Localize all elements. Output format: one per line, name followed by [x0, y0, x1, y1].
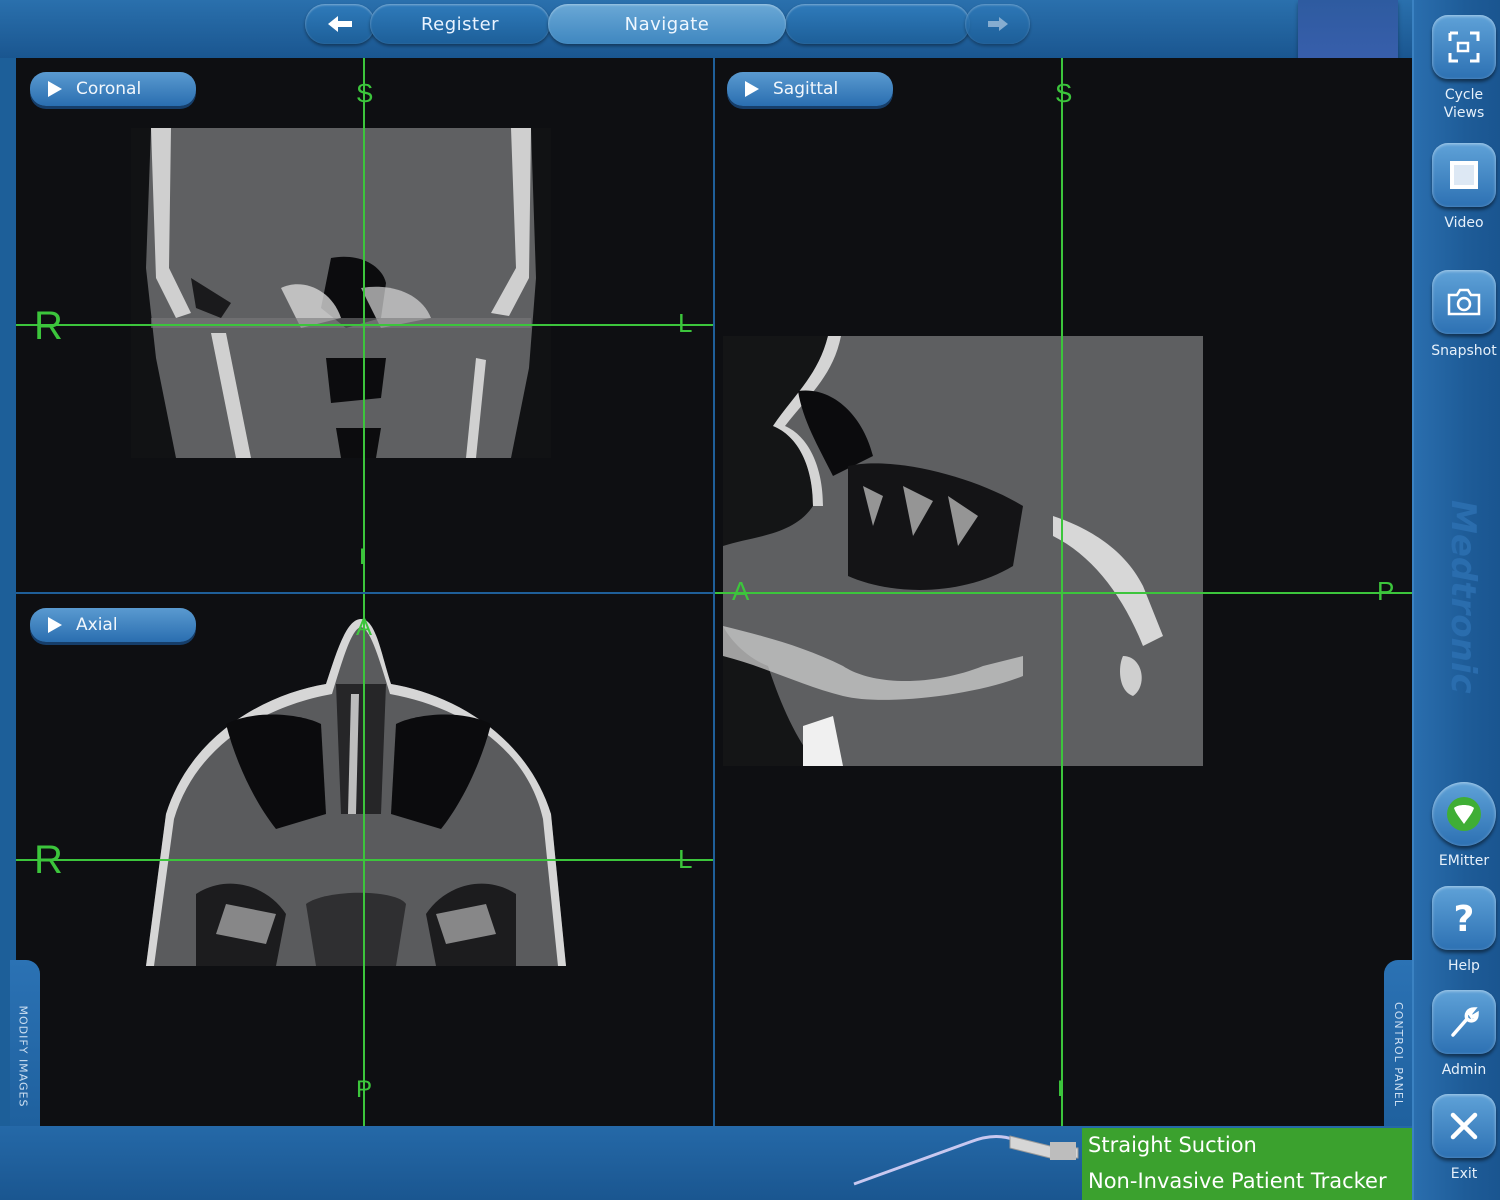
play-icon: [48, 81, 62, 97]
emitter-label: EMitter: [1438, 853, 1490, 869]
coronal-ct-image: [131, 128, 551, 458]
help-icon: ?: [1454, 899, 1475, 937]
admin-label: Admin: [1441, 1062, 1487, 1078]
snapshot-label: Snapshot: [1431, 343, 1497, 359]
emitter-button[interactable]: [1432, 782, 1496, 846]
play-icon: [745, 81, 759, 97]
tracker-name: Non-Invasive Patient Tracker: [1088, 1169, 1387, 1193]
video-label: Video: [1444, 215, 1484, 231]
video-icon: [1450, 161, 1478, 189]
right-toolbar: Cycle Views Video Snapshot Medtronic EMit…: [1412, 0, 1500, 1200]
arrow-right-icon: [987, 17, 1008, 31]
exit-button[interactable]: [1432, 1094, 1496, 1158]
coronal-right-label: L: [678, 308, 693, 338]
cycle-views-label: Cycle Views: [1443, 87, 1485, 121]
wrench-icon: [1451, 1007, 1479, 1037]
sagittal-view-button[interactable]: Sagittal: [727, 72, 893, 106]
control-panel-label: CONTROL PANEL: [1391, 1002, 1405, 1107]
axial-label: Axial: [76, 615, 118, 635]
viewport-divider-vertical: [713, 58, 715, 1126]
image-viewports: Coronal S R L I Axial A R L P Sagittal S…: [16, 58, 1412, 1126]
coronal-left-label: R: [34, 304, 63, 348]
emitter-icon: [1447, 797, 1481, 831]
axial-right-label: L: [678, 844, 693, 874]
axial-bottom-label: P: [356, 1076, 373, 1103]
svg-text:?: ?: [1454, 899, 1475, 937]
tab-register[interactable]: Register: [370, 4, 550, 44]
help-button[interactable]: ?: [1432, 886, 1496, 950]
help-label: Help: [1448, 958, 1480, 974]
instrument-status: Straight Suction Non-Invasive Patient Tr…: [1082, 1128, 1412, 1200]
video-button[interactable]: [1432, 143, 1496, 207]
modify-images-label: MODIFY IMAGES: [16, 1005, 30, 1108]
cycle-views-button[interactable]: [1432, 15, 1496, 79]
axial-viewport[interactable]: Axial A R L P: [16, 594, 713, 1126]
play-icon: [48, 617, 62, 633]
axial-left-label: R: [34, 838, 63, 882]
suction-instrument-icon: [853, 1134, 1079, 1186]
coronal-label: Coronal: [76, 79, 142, 99]
axial-crosshair-horizontal: [16, 859, 713, 861]
viewport-divider-horizontal: [16, 592, 713, 594]
navigation-app: Register Navigate Coronal S R L I Axial …: [0, 0, 1500, 1200]
sagittal-label: Sagittal: [773, 79, 839, 99]
admin-button[interactable]: [1432, 990, 1496, 1054]
axial-view-button[interactable]: Axial: [30, 608, 196, 642]
back-button[interactable]: [305, 4, 375, 44]
medtronic-brand-logo: Medtronic: [1443, 500, 1482, 694]
sagittal-crosshair-horizontal: [715, 592, 1412, 594]
snapshot-button[interactable]: [1432, 270, 1496, 334]
axial-top-label: A: [356, 614, 373, 641]
instrument-name: Straight Suction: [1088, 1133, 1257, 1157]
sagittal-bottom-label: I: [1057, 1076, 1064, 1101]
tab-navigate[interactable]: Navigate: [548, 4, 786, 44]
close-icon: [1450, 1112, 1478, 1140]
tab-next-step[interactable]: [785, 4, 970, 44]
forward-button[interactable]: [965, 4, 1030, 44]
arrow-left-icon: [328, 16, 352, 32]
workflow-bar: Register Navigate: [0, 0, 1412, 58]
svg-text:Medtronic: Medtronic: [1443, 500, 1482, 694]
coronal-viewport[interactable]: Coronal S R L I: [16, 58, 713, 592]
coronal-bottom-label: I: [359, 544, 366, 569]
camera-icon: [1447, 288, 1481, 316]
sagittal-top-label: S: [1055, 78, 1073, 108]
cycle-views-icon: [1448, 31, 1480, 63]
sagittal-right-label: P: [1377, 576, 1395, 606]
sagittal-left-label: A: [732, 576, 750, 606]
coronal-top-label: S: [356, 78, 374, 108]
sagittal-viewport[interactable]: Sagittal S A P I: [715, 58, 1412, 1126]
coronal-view-button[interactable]: Coronal: [30, 72, 196, 106]
exit-label: Exit: [1450, 1166, 1478, 1182]
coronal-crosshair-horizontal: [16, 324, 713, 326]
axial-ct-image: [96, 614, 616, 966]
sagittal-ct-image: [723, 336, 1203, 766]
